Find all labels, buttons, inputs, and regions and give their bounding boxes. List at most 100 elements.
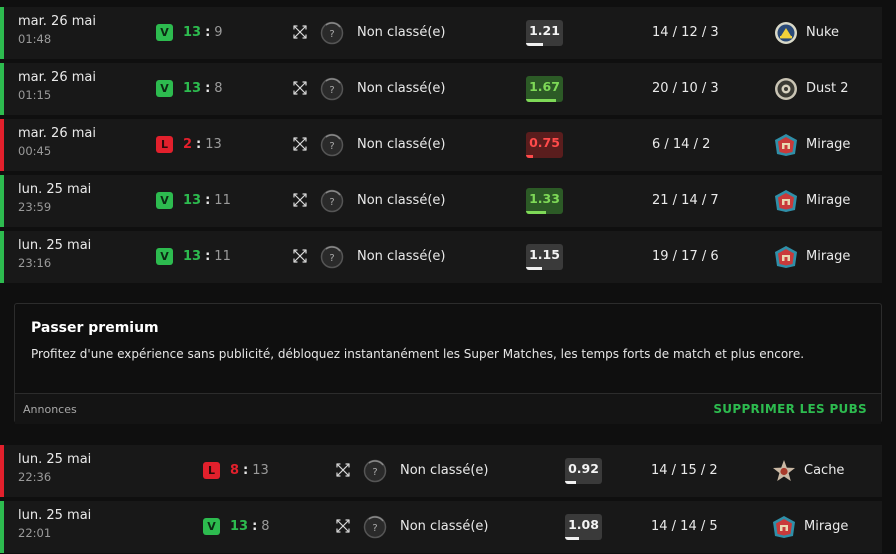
match-row[interactable]: lun. 25 mai 23:59 V 13:11? Non classé(e) 1.33…	[0, 175, 882, 227]
match-time: 22:01	[18, 526, 52, 540]
rating-value: 1.67	[529, 79, 560, 94]
unranked-icon: ?	[363, 459, 387, 483]
rating-bar	[526, 155, 534, 158]
crossed-arrows-icon	[291, 23, 309, 41]
crossed-arrows-icon	[291, 191, 309, 209]
rating-value: 0.75	[529, 135, 560, 150]
rating-badge: 1.33	[526, 188, 563, 214]
score-separator: :	[205, 25, 211, 40]
map-name: Mirage	[806, 137, 851, 152]
svg-text:?: ?	[372, 467, 377, 478]
team-score: 13	[183, 193, 202, 208]
match-time: 01:48	[18, 32, 52, 46]
unranked-icon: ?	[320, 21, 344, 45]
rank-label: Non classé(e)	[357, 193, 446, 208]
crossed-arrows-icon	[291, 135, 309, 153]
match-date: lun. 25 mai	[18, 508, 92, 523]
mirage-icon	[774, 245, 798, 269]
rating-badge: 1.67	[526, 76, 563, 102]
rank-label: Non classé(e)	[400, 463, 489, 478]
win-badge: V	[156, 192, 173, 209]
premium-banner: Passer premium Profitez d'une expérience…	[14, 303, 882, 424]
crossed-arrows-icon	[334, 517, 352, 535]
rating-bar	[526, 267, 542, 270]
match-score: V 13:11	[156, 248, 231, 265]
rating-value: 1.33	[529, 191, 560, 206]
kda-stats: 14 / 12 / 3	[652, 25, 719, 40]
match-date: lun. 25 mai	[18, 452, 92, 467]
team-score: 13	[230, 519, 249, 534]
rating-badge: 0.92	[565, 458, 602, 484]
match-row[interactable]: mar. 26 mai 00:45 L 2:13? Non classé(e) 0.75 6…	[0, 119, 882, 171]
map-name: Cache	[804, 463, 845, 478]
unranked-icon: ?	[320, 77, 344, 101]
win-badge: V	[156, 24, 173, 41]
match-row[interactable]: lun. 25 mai 22:36 L 8:13? Non classé(e) 0.92 1…	[0, 445, 882, 497]
rating-value: 0.92	[568, 461, 599, 476]
team-score: 8	[230, 463, 240, 478]
match-date: lun. 25 mai	[18, 182, 92, 197]
mirage-icon	[772, 515, 796, 539]
cache-icon	[772, 459, 796, 483]
svg-text:?: ?	[329, 253, 334, 264]
rating-bar	[526, 99, 556, 102]
rating-value: 1.21	[529, 23, 560, 38]
match-time: 23:59	[18, 200, 52, 214]
loss-badge: L	[203, 462, 220, 479]
match-row[interactable]: lun. 25 mai 23:16 V 13:11? Non classé(e) 1.15…	[0, 231, 882, 283]
nuke-icon	[774, 21, 798, 45]
premium-description: Profitez d'une expérience sans publicité…	[31, 347, 805, 361]
ads-label: Annonces	[23, 403, 77, 416]
opponent-score: 13	[205, 137, 222, 152]
opponent-score: 9	[214, 25, 223, 40]
match-score: V 13:8	[203, 518, 270, 535]
mirage-icon	[774, 189, 798, 213]
match-time: 22:36	[18, 470, 52, 484]
rating-bar	[565, 481, 577, 484]
svg-text:?: ?	[372, 523, 377, 534]
svg-text:?: ?	[329, 141, 334, 152]
map-name: Dust 2	[806, 81, 849, 96]
score-separator: :	[205, 81, 211, 96]
rating-bar	[526, 211, 547, 214]
rating-bar	[526, 43, 543, 46]
match-score: L 2:13	[156, 136, 222, 153]
win-badge: V	[156, 80, 173, 97]
kda-stats: 14 / 14 / 5	[651, 519, 718, 534]
match-date: mar. 26 mai	[18, 14, 96, 29]
rating-badge: 1.08	[565, 514, 602, 540]
match-date: mar. 26 mai	[18, 70, 96, 85]
map-name: Nuke	[806, 25, 840, 40]
rating-badge: 0.75	[526, 132, 563, 158]
match-score: V 13:11	[156, 192, 231, 209]
mirage-icon	[774, 133, 798, 157]
score-separator: :	[196, 137, 202, 152]
opponent-score: 13	[252, 463, 269, 478]
match-date: mar. 26 mai	[18, 126, 96, 141]
match-row[interactable]: mar. 26 mai 01:48 V 13:9? Non classé(e) 1.21 1…	[0, 7, 882, 59]
win-badge: V	[156, 248, 173, 265]
match-time: 00:45	[18, 144, 52, 158]
premium-title: Passer premium	[31, 320, 159, 336]
crossed-arrows-icon	[291, 79, 309, 97]
premium-footer: Annonces SUPPRIMER LES PUBS	[15, 393, 881, 424]
rank-label: Non classé(e)	[357, 25, 446, 40]
match-time: 23:16	[18, 256, 52, 270]
kda-stats: 14 / 15 / 2	[651, 463, 718, 478]
remove-ads-button[interactable]: SUPPRIMER LES PUBS	[713, 402, 867, 416]
opponent-score: 11	[214, 193, 231, 208]
match-row[interactable]: lun. 25 mai 22:01 V 13:8? Non classé(e) 1.08 1…	[0, 501, 882, 553]
match-time: 01:15	[18, 88, 52, 102]
map-name: Mirage	[806, 193, 851, 208]
match-row[interactable]: mar. 26 mai 01:15 V 13:8? Non classé(e) 1.67 2…	[0, 63, 882, 115]
score-separator: :	[205, 249, 211, 264]
crossed-arrows-icon	[291, 247, 309, 265]
svg-text:?: ?	[329, 197, 334, 208]
team-score: 2	[183, 137, 193, 152]
rating-badge: 1.21	[526, 20, 563, 46]
kda-stats: 19 / 17 / 6	[652, 249, 719, 264]
map-name: Mirage	[806, 249, 851, 264]
kda-stats: 20 / 10 / 3	[652, 81, 719, 96]
unranked-icon: ?	[320, 245, 344, 269]
win-badge: V	[203, 518, 220, 535]
